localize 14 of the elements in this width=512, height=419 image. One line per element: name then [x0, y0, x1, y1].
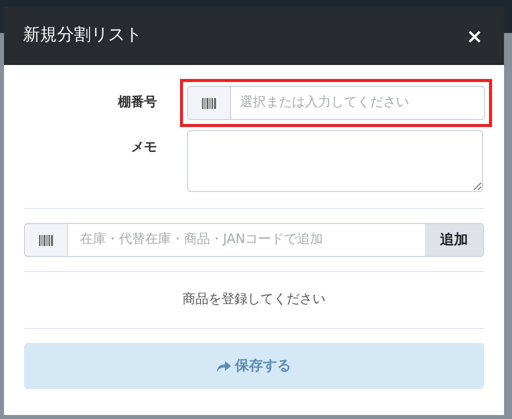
add-field[interactable]: 在庫・代替在庫・商品・JANコードで追加 追加: [24, 223, 484, 257]
share-icon: [217, 360, 231, 372]
close-button[interactable]: ×: [466, 26, 483, 46]
field-label: 棚番号: [116, 94, 157, 112]
add-input[interactable]: 在庫・代替在庫・商品・JANコードで追加: [68, 224, 425, 256]
shelf-input[interactable]: 選択または入力してください: [231, 87, 484, 119]
barcode-icon: [202, 98, 216, 108]
empty-message: 商品を登録してください: [182, 291, 326, 310]
dialog-title: 新規分割リスト: [23, 24, 142, 48]
memo-field[interactable]: [187, 130, 483, 192]
add-button[interactable]: 追加: [425, 224, 483, 256]
field-label: メモ: [130, 139, 157, 157]
shelf-field[interactable]: 選択または入力してください: [187, 86, 485, 120]
barcode-icon: [39, 234, 53, 246]
